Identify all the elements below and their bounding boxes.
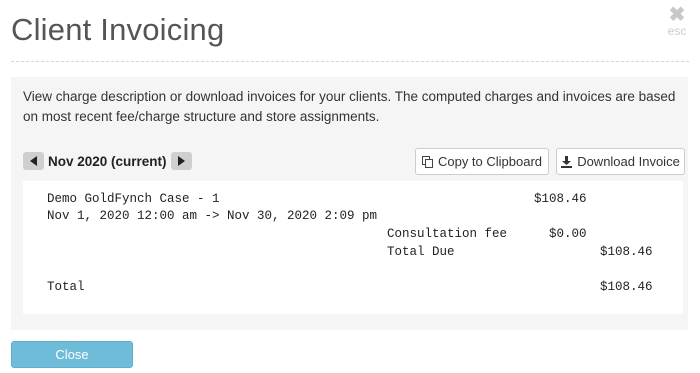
period-label: Nov 2020 (current)	[48, 153, 167, 169]
total-label: Total	[47, 280, 85, 294]
x-icon[interactable]: ✖	[663, 5, 691, 25]
period-navigator: Nov 2020 (current)	[23, 152, 192, 170]
previous-period-button[interactable]	[23, 152, 44, 170]
title-divider	[11, 61, 689, 62]
line-item-amount: $0.00	[549, 227, 587, 241]
copy-icon	[421, 155, 433, 168]
line-item-label: Consultation fee	[387, 227, 508, 241]
chevron-right-icon	[178, 156, 186, 166]
copy-to-clipboard-label: Copy to Clipboard	[437, 154, 543, 169]
total-due-amount: $108.46	[600, 245, 653, 259]
case-amount: $108.46	[534, 192, 587, 206]
invoice-preview: Demo GoldFynch Case - 1 $108.46 Nov 1, 2…	[23, 181, 683, 314]
date-range: Nov 1, 2020 12:00 am -> Nov 30, 2020 2:0…	[47, 209, 378, 223]
dialog-close-control[interactable]: ✖ esc	[663, 5, 691, 38]
download-invoice-button[interactable]: Download Invoice	[556, 148, 685, 175]
download-invoice-label: Download Invoice	[577, 154, 680, 169]
total-due-label: Total Due	[387, 245, 455, 259]
client-invoicing-dialog: Client Invoicing ✖ esc View charge descr…	[0, 0, 700, 373]
esc-label: esc	[667, 24, 687, 38]
download-icon	[561, 155, 573, 168]
dialog-title: Client Invoicing	[11, 12, 225, 47]
case-name: Demo GoldFynch Case - 1	[47, 192, 220, 206]
invoicing-description: View charge description or download invo…	[23, 89, 676, 124]
invoicing-panel: View charge description or download invo…	[11, 77, 688, 330]
copy-to-clipboard-button[interactable]: Copy to Clipboard	[415, 148, 549, 175]
total-amount: $108.46	[600, 280, 653, 294]
chevron-left-icon	[29, 156, 37, 166]
next-period-button[interactable]	[170, 152, 192, 170]
close-button[interactable]: Close	[11, 341, 133, 368]
